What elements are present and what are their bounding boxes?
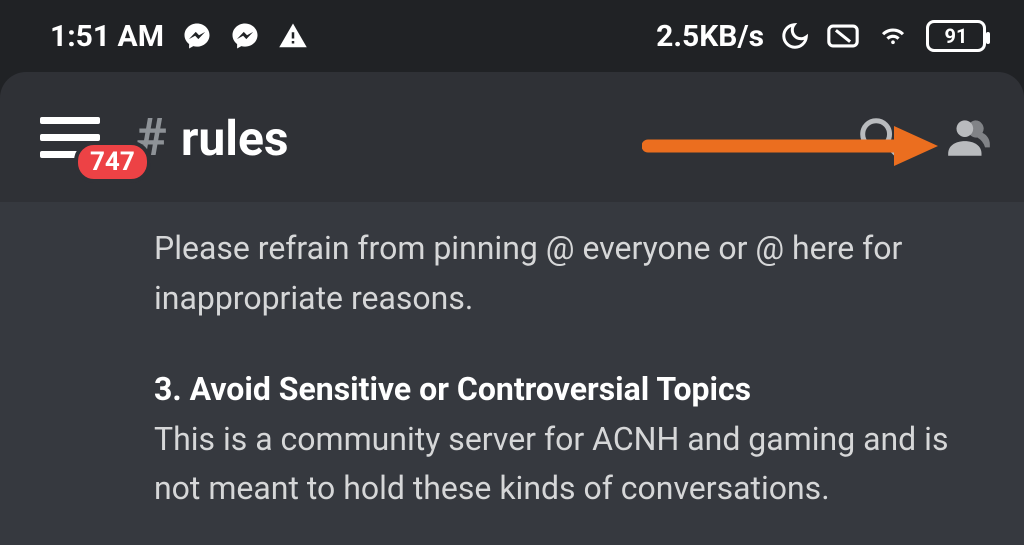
status-right: 2.5KB/s 91 (656, 19, 986, 54)
menu-button[interactable]: 747 (40, 111, 100, 163)
channel-name: rules (181, 110, 289, 167)
messenger-icon (182, 21, 212, 51)
rule-text: This is a community server for ACNH and … (154, 420, 948, 508)
members-button[interactable] (944, 112, 994, 162)
notification-badge: 747 (74, 141, 151, 183)
app-actions (856, 112, 994, 162)
app-bar: 747 # rules (0, 72, 1024, 202)
channel-title[interactable]: # rules (136, 107, 856, 168)
rule-text: Please refrain from pinning @ everyone o… (154, 229, 902, 317)
battery-icon: 91 (926, 20, 986, 52)
status-data-rate: 2.5KB/s (656, 19, 764, 54)
channel-content[interactable]: Please refrain from pinning @ everyone o… (0, 202, 1024, 545)
status-time: 1:51 AM (50, 19, 164, 54)
moon-icon (780, 21, 810, 51)
status-left: 1:51 AM (50, 19, 308, 54)
search-button[interactable] (856, 114, 902, 160)
rule-item: Please refrain from pinning @ everyone o… (154, 224, 984, 323)
vibrate-off-icon (826, 21, 860, 51)
rule-item: 3. Avoid Sensitive or Controversial Topi… (154, 365, 984, 514)
rule-title: 3. Avoid Sensitive or Controversial Topi… (154, 365, 984, 415)
wifi-icon (876, 21, 910, 51)
status-bar: 1:51 AM 2.5KB/s 91 (0, 0, 1024, 72)
battery-level: 91 (945, 24, 968, 48)
messenger-icon-2 (230, 21, 260, 51)
warning-icon (278, 21, 308, 51)
